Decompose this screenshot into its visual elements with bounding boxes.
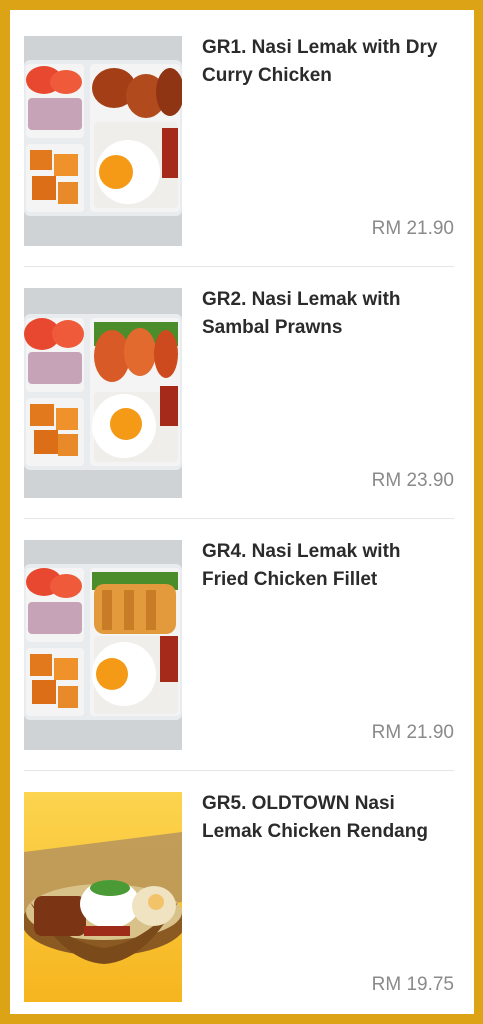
item-title[interactable]: GR2. Nasi Lemak with Sambal Prawns bbox=[202, 286, 464, 342]
menu-item-gr1[interactable]: GR1. Nasi Lemak with Dry Curry Chicken R… bbox=[10, 10, 474, 262]
item-price: RM 23.90 bbox=[371, 470, 454, 491]
item-title[interactable]: GR4. Nasi Lemak with Fried Chicken Fille… bbox=[202, 538, 464, 594]
food-image-chicken-rendang[interactable] bbox=[24, 792, 182, 1002]
item-title[interactable]: GR1. Nasi Lemak with Dry Curry Chicken bbox=[202, 34, 464, 90]
item-price: RM 21.90 bbox=[371, 722, 454, 743]
food-image-fried-chicken-fillet[interactable] bbox=[24, 540, 182, 750]
menu-item-gr5[interactable]: GR5. OLDTOWN Nasi Lemak Chicken Rendang … bbox=[10, 766, 474, 1014]
menu-item-gr4[interactable]: GR4. Nasi Lemak with Fried Chicken Fille… bbox=[10, 514, 474, 766]
menu-list: GR1. Nasi Lemak with Dry Curry Chicken R… bbox=[10, 10, 474, 1014]
food-image-sambal-prawns[interactable] bbox=[24, 288, 182, 498]
menu-item-gr2[interactable]: GR2. Nasi Lemak with Sambal Prawns RM 23… bbox=[10, 262, 474, 514]
item-price: RM 19.75 bbox=[371, 974, 454, 995]
food-image-dry-curry-chicken[interactable] bbox=[24, 36, 182, 246]
item-title[interactable]: GR5. OLDTOWN Nasi Lemak Chicken Rendang bbox=[202, 790, 464, 846]
item-price: RM 21.90 bbox=[371, 218, 454, 239]
